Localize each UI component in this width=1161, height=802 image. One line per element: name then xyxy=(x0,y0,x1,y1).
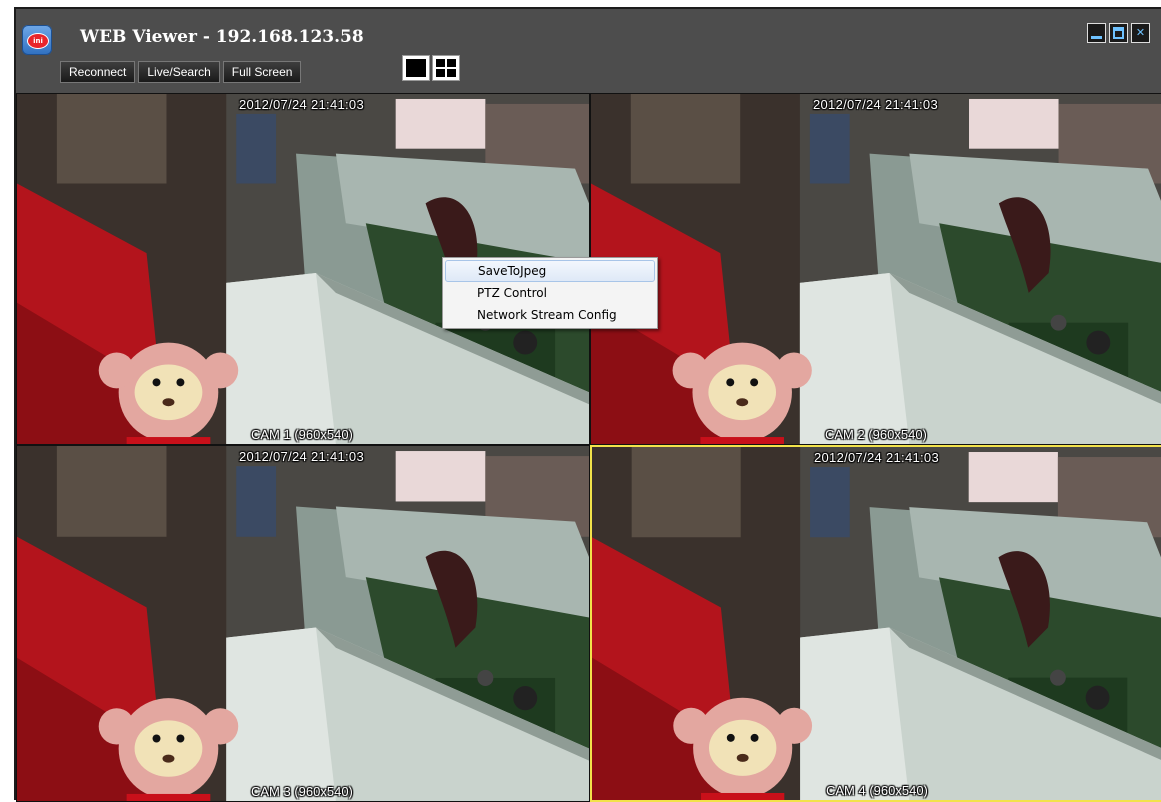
menu-item-network-stream-config[interactable]: Network Stream Config xyxy=(445,304,655,326)
camera-label: CAM 2 (960x540) xyxy=(825,427,927,442)
title-bar: ini WEB Viewer - 192.168.123.58 Reconnec… xyxy=(16,9,1161,93)
context-menu: SaveToJpeg PTZ Control Network Stream Co… xyxy=(442,257,658,329)
app-logo-text: ini xyxy=(27,33,49,49)
menu-item-ptz-control[interactable]: PTZ Control xyxy=(445,282,655,304)
web-viewer-window: ini WEB Viewer - 192.168.123.58 Reconnec… xyxy=(14,7,1161,802)
camera-timestamp: 2012/07/24 21:41:03 xyxy=(813,97,938,112)
camera-feed-image xyxy=(591,94,1161,444)
close-icon[interactable] xyxy=(1131,23,1150,43)
window-title: WEB Viewer - 192.168.123.58 xyxy=(80,27,364,47)
maximize-icon[interactable] xyxy=(1109,23,1128,43)
camera-feed-image xyxy=(17,446,589,801)
quad-view-button[interactable] xyxy=(432,55,460,81)
camera-timestamp: 2012/07/24 21:41:03 xyxy=(239,449,364,464)
camera-view-3[interactable]: 2012/07/24 21:41:03 CAM 3 (960x540) xyxy=(16,445,590,802)
app-logo-icon: ini xyxy=(22,25,52,55)
full-screen-button[interactable]: Full Screen xyxy=(222,61,302,83)
menu-item-save-to-jpeg[interactable]: SaveToJpeg xyxy=(445,260,655,282)
camera-label: CAM 3 (960x540) xyxy=(251,784,353,799)
camera-view-4[interactable]: 2012/07/24 21:41:03 CAM 4 (960x540) xyxy=(590,445,1161,802)
layout-switcher xyxy=(402,55,460,81)
camera-grid: 2012/07/24 21:41:03 CAM 1 (960x540) 2012… xyxy=(16,93,1161,802)
camera-feed-image xyxy=(592,447,1161,800)
camera-timestamp: 2012/07/24 21:41:03 xyxy=(239,97,364,112)
minimize-icon[interactable] xyxy=(1087,23,1106,43)
camera-view-2[interactable]: 2012/07/24 21:41:03 CAM 2 (960x540) xyxy=(590,93,1161,445)
camera-label: CAM 4 (960x540) xyxy=(826,783,928,798)
single-view-button[interactable] xyxy=(402,55,430,81)
camera-label: CAM 1 (960x540) xyxy=(251,427,353,442)
single-view-icon xyxy=(406,59,426,77)
toolbar: Reconnect Live/Search Full Screen xyxy=(60,61,302,83)
reconnect-button[interactable]: Reconnect xyxy=(60,61,136,83)
live-search-button[interactable]: Live/Search xyxy=(138,61,220,83)
camera-timestamp: 2012/07/24 21:41:03 xyxy=(814,450,939,465)
window-controls xyxy=(1087,23,1150,43)
